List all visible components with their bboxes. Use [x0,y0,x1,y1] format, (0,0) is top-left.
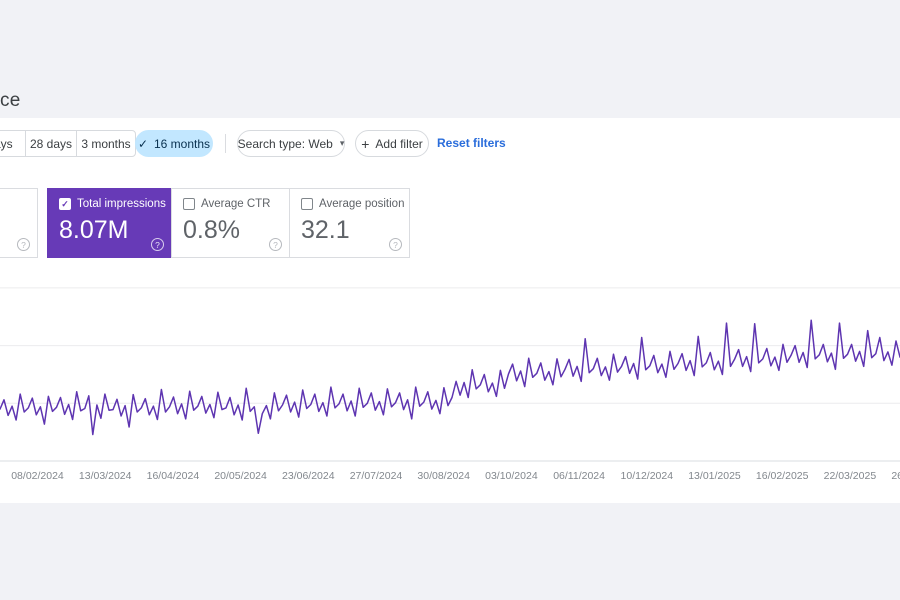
metric-card-total-impressions[interactable]: ✓ Total impressions 8.07M ? [47,188,172,258]
chevron-down-icon: ▾ [340,138,345,149]
page-title: ce [0,90,20,112]
x-tick-label: 22/03/2025 [815,470,885,482]
x-tick-label: 10/12/2024 [612,470,682,482]
line-chart-svg[interactable] [0,278,900,468]
x-tick-label: 06/11/2024 [544,470,614,482]
date-range-chip-days-partial[interactable]: days [0,130,26,157]
x-tick-label: 13/01/2025 [680,470,750,482]
plus-icon: + [361,136,369,152]
date-range-chip-16-months-selected[interactable]: ✓ 16 months [135,130,213,157]
reset-filters-link[interactable]: Reset filters [437,136,506,150]
add-filter-label: Add filter [375,137,422,151]
x-tick-label: 13/03/2024 [70,470,140,482]
metric-card-average-ctr[interactable]: Average CTR 0.8% ? [171,188,290,258]
checkbox-average-position[interactable] [301,198,313,210]
help-icon[interactable]: ? [17,238,30,251]
date-range-chip-label: 16 months [154,137,210,151]
metric-label: Average position [319,198,404,210]
add-filter-button[interactable]: + Add filter [355,130,429,157]
impressions-line-chart[interactable] [0,278,900,468]
search-type-label: Search type: Web [238,137,333,151]
date-range-chip-3-months[interactable]: 3 months [76,130,136,157]
x-tick-label: 03/10/2024 [476,470,546,482]
x-tick-label: 27/07/2024 [341,470,411,482]
metric-card-average-position[interactable]: Average position 32.1 ? [289,188,410,258]
metric-card-partial[interactable]: ? [0,188,38,258]
x-tick-label: 26/04/2025 [883,470,900,482]
metric-value: 32.1 [301,216,350,245]
checkbox-average-ctr[interactable] [183,198,195,210]
x-tick-label: 30/08/2024 [409,470,479,482]
x-axis-tick-labels: 08/02/202413/03/202416/04/202420/05/2024… [0,470,900,486]
date-range-chip-label: days [0,137,13,151]
bottom-background-band [0,503,900,600]
metric-value: 8.07M [59,216,128,245]
metric-label: Average CTR [201,198,270,210]
x-tick-label: 08/02/2024 [3,470,73,482]
x-tick-label: 20/05/2024 [206,470,276,482]
checkmark-icon: ✓ [138,137,148,151]
metric-value: 0.8% [183,216,240,245]
x-tick-label: 23/06/2024 [273,470,343,482]
chip-group-divider [225,134,226,153]
help-icon[interactable]: ? [389,238,402,251]
help-icon[interactable]: ? [269,238,282,251]
metric-label: Total impressions [77,198,166,210]
help-icon[interactable]: ? [151,238,164,251]
search-type-dropdown[interactable]: Search type: Web ▾ [237,130,345,157]
x-tick-label: 16/02/2025 [747,470,817,482]
x-tick-label: 16/04/2024 [138,470,208,482]
checkbox-total-impressions[interactable]: ✓ [59,198,71,210]
date-range-chip-label: 28 days [30,137,72,151]
impressions-series-line[interactable] [0,320,900,434]
date-range-chip-label: 3 months [81,137,130,151]
date-range-chip-28-days[interactable]: 28 days [25,130,77,157]
